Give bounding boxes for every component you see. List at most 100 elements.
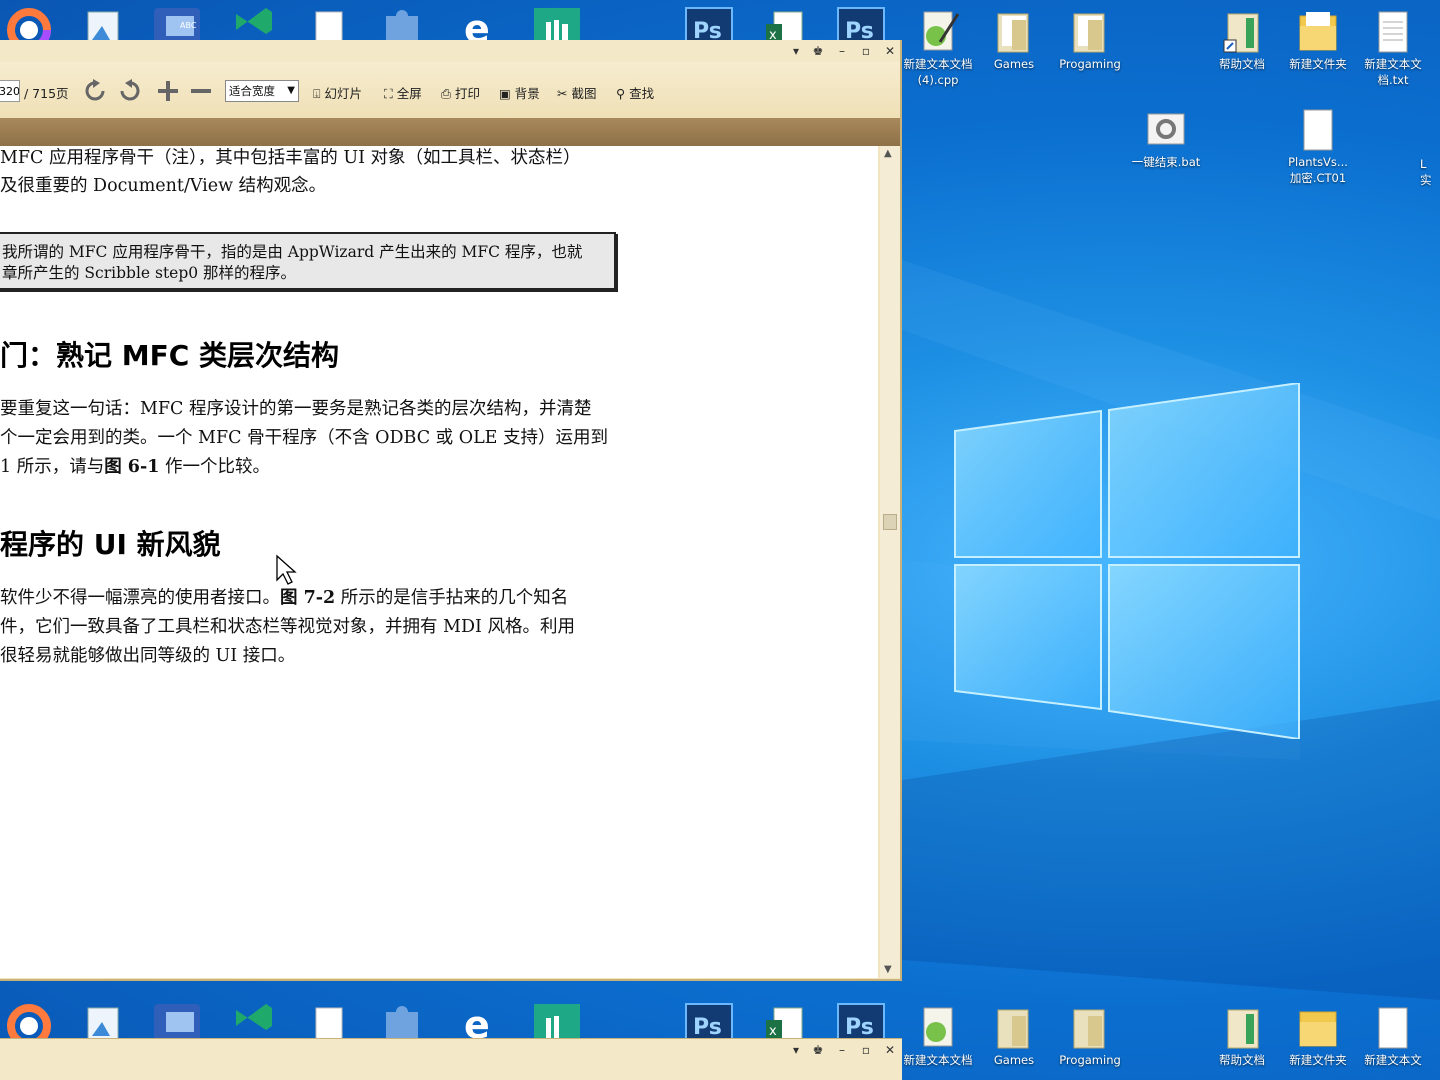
photoshop-icon-2[interactable]: Ps — [836, 1000, 886, 1040]
svg-text:e: e — [464, 7, 490, 44]
desktop-icon-newfolder[interactable]: 新建文件夹 — [1280, 10, 1356, 72]
photoshop-icon[interactable]: Ps — [684, 1000, 734, 1040]
maximize-button[interactable]: ▫ — [857, 42, 875, 60]
zoom-select[interactable]: 适合宽度 ▼ — [225, 80, 299, 102]
scroll-up-arrow[interactable]: ▲ — [884, 148, 892, 159]
folder-icon — [992, 10, 1036, 54]
footnote-box: 我所谓的 MFC 应用程序骨干，指的是由 AppWizard 产生出来的 MFC… — [0, 232, 616, 290]
icon-label: 档.txt — [1377, 73, 1409, 87]
zoom-out-icon[interactable] — [189, 79, 213, 103]
icon-label: 帮助文档 — [1219, 57, 1265, 71]
page-number-input[interactable] — [0, 80, 20, 102]
svg-text:ABC: ABC — [180, 21, 197, 30]
icon-label: 一键结束.bat — [1131, 155, 1201, 169]
icon-label: 新建文件夹 — [1289, 57, 1347, 71]
excel-icon[interactable]: x — [760, 4, 810, 44]
desktop-icon-help[interactable]: 帮助文档 — [1204, 10, 1280, 72]
icon-label: Games — [993, 57, 1035, 71]
desktop-icon-txt[interactable]: 新建文本文 档.txt — [1355, 10, 1431, 88]
photoshop-icon[interactable]: Ps — [684, 4, 734, 44]
text-file-icon — [1371, 10, 1415, 54]
edge-icon[interactable]: e — [454, 4, 504, 44]
notepadpp-icon — [916, 10, 960, 54]
photos-icon[interactable] — [78, 1000, 128, 1040]
viewer-toolbar: / 715页 适合宽度 ▼ ⍗ 幻灯片 ⛶ 全屏 ⎙ 打印 ▣ 背景 ✂ 截图 … — [0, 62, 900, 118]
slideshow-button[interactable]: ⍗ 幻灯片 — [313, 83, 362, 102]
icon-label: 新建文件夹 — [1289, 1053, 1347, 1067]
puzzle-icon[interactable] — [378, 1000, 428, 1040]
visual-studio-icon[interactable] — [228, 1000, 278, 1040]
text-line: 及很重要的 Document/View 结构观念。 — [0, 176, 327, 196]
text-run: 作一个比较。 — [159, 457, 270, 477]
text-line: MFC 应用程序骨干（注），其中包括丰富的 UI 对象（如工具栏、状态栏） — [0, 148, 581, 168]
menu-dropdown-icon[interactable]: ▾ — [787, 42, 805, 60]
books-icon[interactable] — [532, 4, 582, 44]
skin-icon[interactable]: ♚ — [809, 42, 827, 60]
close-button[interactable]: ✕ — [881, 1041, 899, 1059]
text-line: 个一定会用到的类。一个 MFC 骨干程序（不含 ODBC 或 OLE 支持）运用… — [0, 428, 609, 448]
note-line: 章所产生的 Scribble step0 那样的程序。 — [2, 264, 297, 282]
svg-text:Ps: Ps — [693, 1015, 722, 1040]
desktop-icon-bat[interactable]: 一键结束.bat — [1128, 108, 1204, 170]
fullscreen-button[interactable]: ⛶ 全屏 — [384, 83, 422, 102]
rotate-left-icon[interactable] — [83, 78, 109, 104]
photoshop-icon-2[interactable]: Ps — [836, 4, 886, 44]
screenshot-label: 截图 — [571, 86, 597, 101]
zoom-in-icon[interactable] — [156, 79, 180, 103]
skin-icon[interactable]: ♚ — [809, 1041, 827, 1059]
icon-label: Progaming — [1059, 57, 1121, 71]
screenshot-button[interactable]: ✂ 截图 — [557, 83, 596, 102]
mouse-cursor-icon — [276, 554, 297, 585]
desktop-icon-txt-mirror[interactable]: 新建文本文 — [1355, 1006, 1431, 1068]
scissors-icon: ✂ — [557, 86, 568, 101]
desktop-icon-progaming-mirror[interactable]: Progaming — [1052, 1006, 1128, 1068]
notepadpp-icon — [916, 1006, 960, 1050]
blank-file-icon[interactable] — [304, 4, 354, 44]
menu-dropdown-icon[interactable]: ▾ — [787, 1041, 805, 1059]
find-button[interactable]: ⚲ 查找 — [616, 83, 654, 102]
desktop-icon-help-mirror[interactable]: 帮助文档 — [1204, 1006, 1280, 1068]
desktop-icon-progaming[interactable]: Progaming — [1052, 10, 1128, 72]
background-label: 背景 — [514, 86, 540, 101]
document-page[interactable]: MFC 应用程序骨干（注），其中包括丰富的 UI 对象（如工具栏、状态栏） 及很… — [0, 146, 878, 978]
desktop-icon-edge-partial[interactable]: L 实 — [1420, 156, 1440, 188]
rotate-right-icon[interactable] — [116, 78, 142, 104]
blank-file-icon[interactable] — [304, 1000, 354, 1040]
icon-label: (4).cpp — [917, 73, 959, 87]
desktop-icon-cpp[interactable]: 新建文本文档 (4).cpp — [900, 10, 976, 88]
folder-icon — [1068, 10, 1112, 54]
background-button[interactable]: ▣ 背景 — [499, 83, 540, 102]
scroll-down-arrow[interactable]: ▼ — [884, 964, 892, 975]
pdf-viewer-window: ▾ ♚ – ▫ ✕ / 715页 适合宽度 ▼ ⍗ 幻灯片 ⛶ 全屏 ⎙ 打印 … — [0, 40, 902, 981]
abc-tool-icon[interactable] — [152, 1000, 202, 1040]
folder-icon — [1296, 1006, 1340, 1050]
puzzle-icon[interactable] — [378, 4, 428, 44]
scroll-thumb[interactable] — [883, 514, 897, 530]
print-button[interactable]: ⎙ 打印 — [441, 83, 480, 102]
photos-icon[interactable] — [78, 4, 128, 44]
text-run: 软件少不得一幅漂亮的使用者接口。 — [0, 588, 280, 608]
text-line: 软件少不得一幅漂亮的使用者接口。图 7-2 所示的是信手拈来的几个知名 — [0, 584, 568, 609]
excel-icon[interactable]: x — [760, 1000, 810, 1040]
minimize-button[interactable]: – — [833, 1041, 851, 1059]
color-wheel-icon[interactable] — [4, 1000, 54, 1040]
minimize-button[interactable]: – — [833, 42, 851, 60]
edge-icon[interactable]: e — [454, 1000, 504, 1040]
desktop-icon-newfolder-mirror[interactable]: 新建文件夹 — [1280, 1006, 1356, 1068]
desktop-icon-games[interactable]: Games — [976, 10, 1052, 72]
folder-icon — [1296, 10, 1340, 54]
color-wheel-icon[interactable] — [4, 4, 54, 44]
note-line: 我所谓的 MFC 应用程序骨干，指的是由 AppWizard 产生出来的 MFC… — [2, 243, 583, 261]
desktop-icon-games-mirror[interactable]: Games — [976, 1006, 1052, 1068]
close-button[interactable]: ✕ — [881, 42, 899, 60]
books-icon[interactable] — [532, 1000, 582, 1040]
svg-text:x: x — [769, 1024, 777, 1039]
maximize-button[interactable]: ▫ — [857, 1041, 875, 1059]
desktop-icon-cpp-mirror[interactable]: 新建文本文档 — [900, 1006, 976, 1068]
text-run: 所示的是信手拈来的几个知名 — [335, 588, 569, 608]
figure-ref: 图 6-1 — [104, 457, 160, 477]
visual-studio-icon[interactable] — [228, 4, 278, 44]
abc-tool-icon[interactable]: ABC — [152, 4, 202, 44]
desktop-icon-ct01[interactable]: PlantsVs... 加密.CT01 — [1280, 108, 1356, 186]
vertical-scrollbar[interactable]: ▲ ▼ — [880, 146, 900, 978]
